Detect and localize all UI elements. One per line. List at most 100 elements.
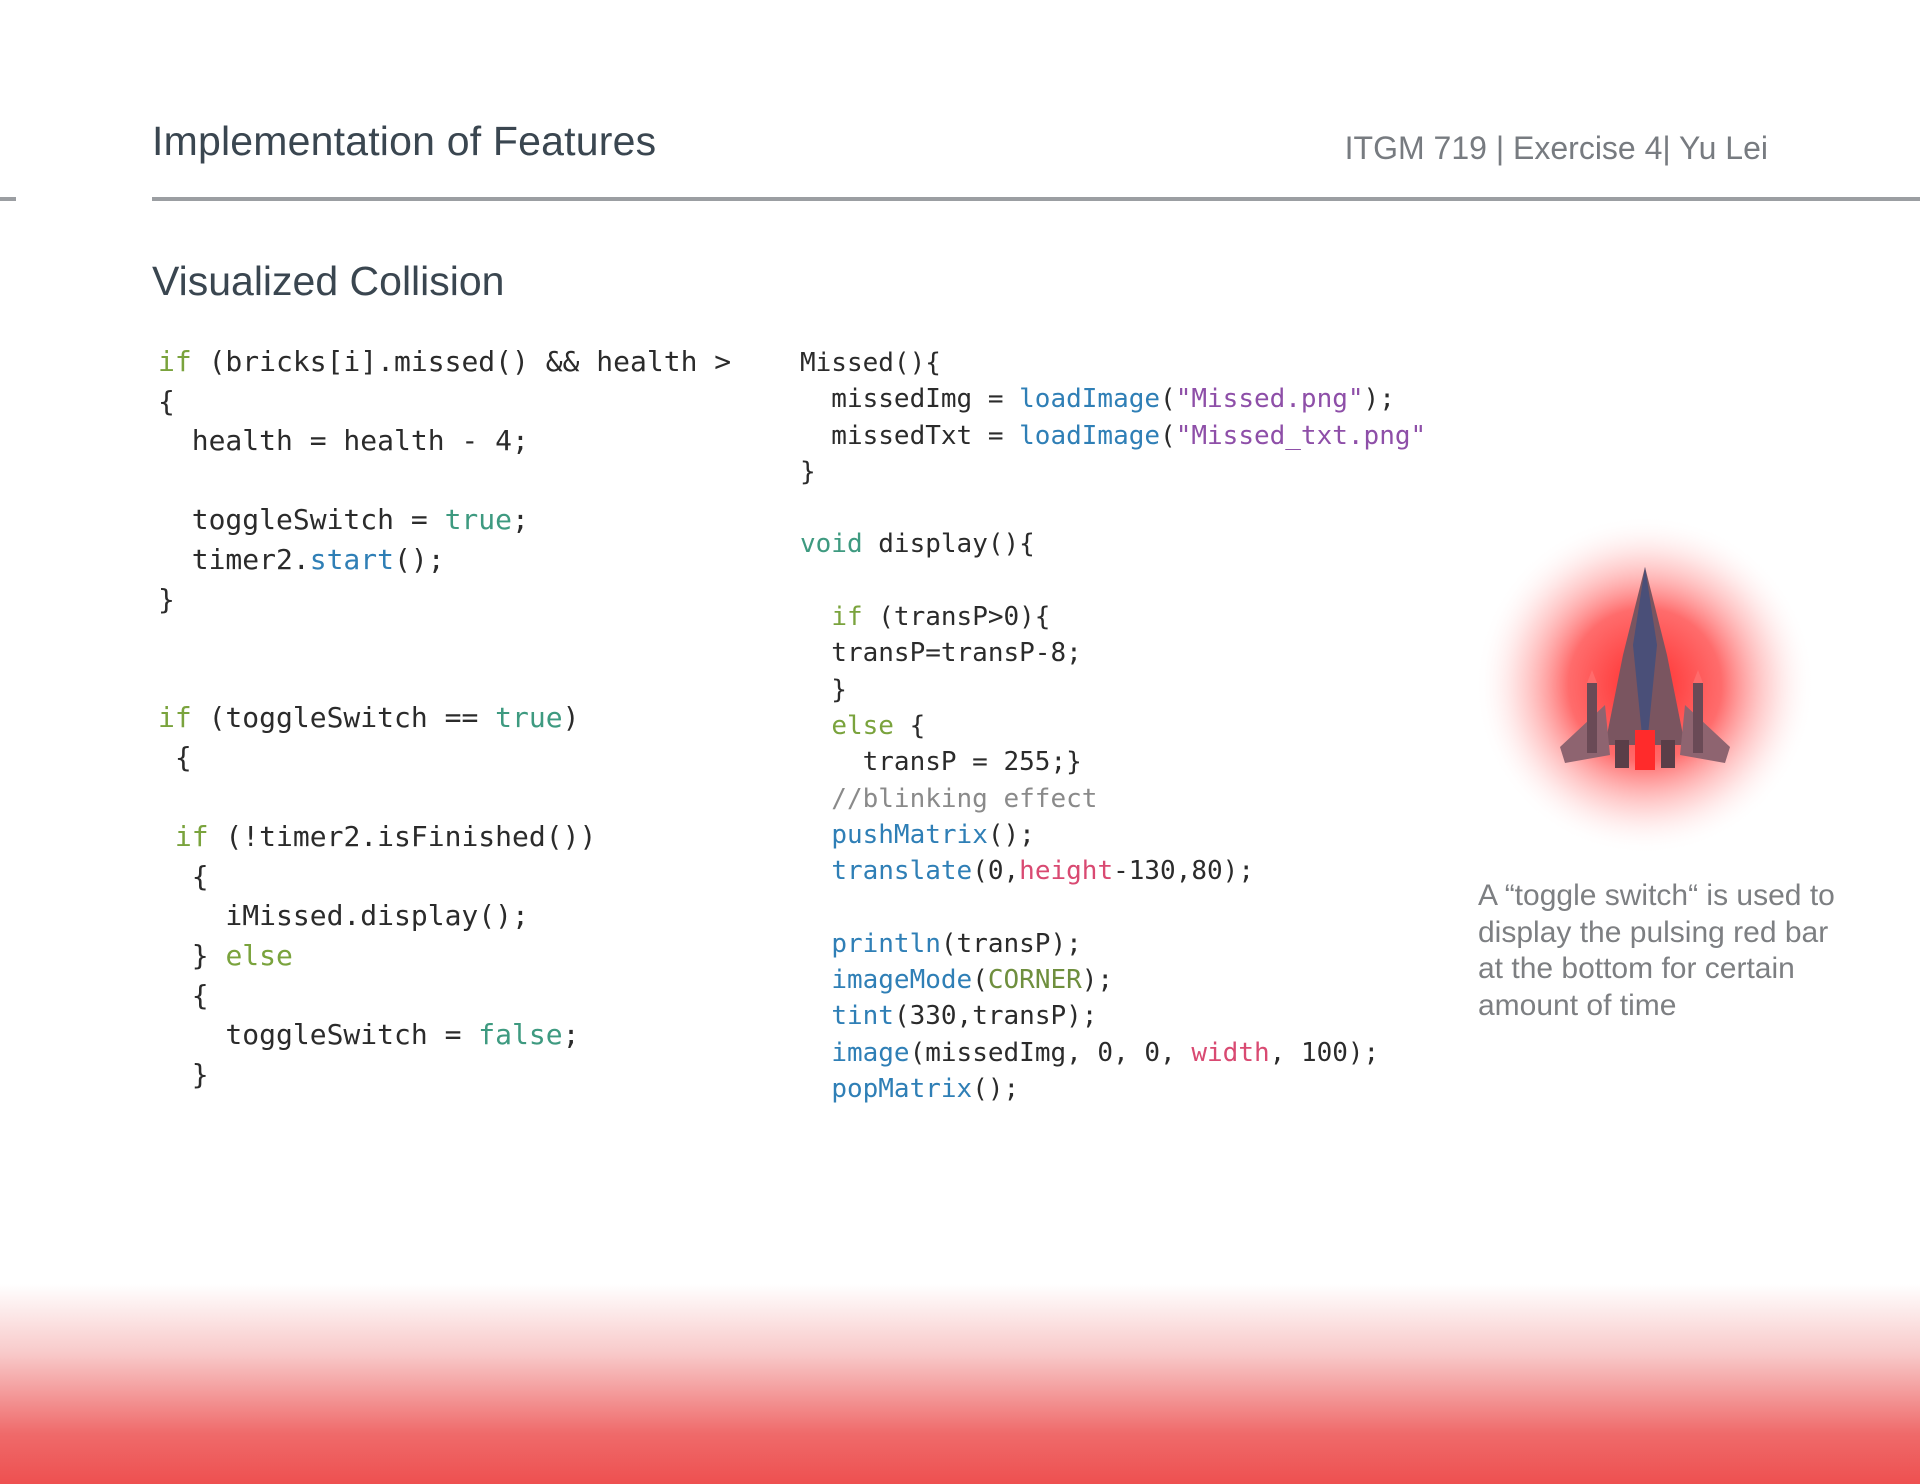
- code-token: if: [158, 701, 192, 735]
- code-line: {: [158, 382, 758, 422]
- code-token: timer2.: [158, 542, 310, 576]
- code-token: (: [1160, 384, 1176, 415]
- code-token: }: [158, 938, 226, 972]
- code-line: if (bricks[i].missed() && health >: [158, 342, 758, 382]
- code-token: tint: [831, 1001, 894, 1032]
- code-line: {: [158, 738, 758, 778]
- code-token: (transP);: [940, 928, 1082, 959]
- code-line: }: [158, 580, 758, 620]
- header-rule-tick: [0, 197, 16, 201]
- code-line: } else: [158, 936, 758, 976]
- code-line: void display(){: [800, 526, 1450, 562]
- code-token: translate: [831, 856, 973, 887]
- code-token: , 100);: [1269, 1037, 1380, 1068]
- code-token: (: [972, 965, 988, 996]
- slide-title: Implementation of Features: [152, 118, 657, 164]
- code-token: ): [562, 701, 580, 735]
- missed-class-code-block: Missed(){ missedImg = loadImage("Missed.…: [800, 345, 1450, 1107]
- code-token: missedImg =: [800, 384, 1020, 415]
- code-token: iMissed.display();: [158, 899, 529, 933]
- spaceship-icon: [1475, 515, 1815, 855]
- code-token: {: [158, 978, 209, 1012]
- code-token: }: [158, 582, 175, 616]
- code-line: println(transP);: [800, 926, 1450, 962]
- code-token: CORNER: [987, 965, 1082, 996]
- code-line: image(missedImg, 0, 0, width, 100);: [800, 1035, 1450, 1071]
- code-token: toggleSwitch =: [158, 1018, 479, 1052]
- code-token: println: [831, 928, 941, 959]
- code-token: height: [1019, 856, 1114, 887]
- code-token: missedTxt =: [800, 420, 1020, 451]
- code-token: start: [309, 542, 395, 576]
- code-line: timer2.start();: [158, 540, 758, 580]
- code-token: void: [800, 529, 863, 560]
- code-line: Missed(){: [800, 345, 1450, 381]
- code-token: false: [478, 1018, 563, 1052]
- code-line: transP=transP-8;: [800, 635, 1450, 671]
- code-token: Missed(){: [800, 348, 941, 378]
- code-line: imageMode(CORNER);: [800, 962, 1450, 998]
- code-token: );: [1081, 965, 1114, 996]
- code-line: //blinking effect: [800, 781, 1450, 817]
- code-token: else: [831, 710, 894, 741]
- code-line: health = health - 4;: [158, 421, 758, 461]
- code-line: }: [800, 672, 1450, 708]
- code-token: "Missed.png": [1175, 384, 1364, 415]
- code-token: if: [831, 602, 863, 633]
- code-token: else: [225, 938, 293, 972]
- code-token: {: [158, 859, 209, 893]
- code-token: (: [1160, 420, 1176, 451]
- section-title: Visualized Collision: [152, 258, 505, 304]
- code-token: ();: [987, 819, 1035, 850]
- code-token: (330,transP);: [893, 1001, 1098, 1032]
- code-token: {: [158, 740, 192, 774]
- code-line: {: [158, 976, 758, 1016]
- code-token: width: [1191, 1037, 1270, 1068]
- header-rule: [152, 197, 1920, 201]
- code-token: health = health - 4;: [158, 424, 529, 458]
- code-line: else {: [800, 708, 1450, 744]
- code-line: ​: [158, 778, 758, 818]
- code-token: if: [158, 345, 192, 378]
- code-line: toggleSwitch = false;: [158, 1015, 758, 1055]
- code-token: (bricks[i].missed() && health >: [191, 345, 749, 378]
- code-token: }: [800, 674, 847, 705]
- code-token: "Missed_txt.png": [1175, 420, 1427, 451]
- code-token: }: [800, 456, 816, 487]
- code-token: {: [158, 384, 175, 418]
- code-token: transP = 255;}: [800, 747, 1082, 778]
- code-line: toggleSwitch = true;: [158, 500, 758, 540]
- code-token: //blinking effect: [800, 783, 1098, 814]
- code-line: iMissed.display();: [158, 896, 758, 936]
- code-token: );: [1363, 384, 1395, 415]
- code-token: -130,80);: [1113, 856, 1254, 887]
- code-token: (transP>0){: [862, 602, 1051, 633]
- code-line: ​: [800, 889, 1450, 925]
- code-token: pushMatrix: [831, 819, 988, 850]
- code-token: popMatrix: [831, 1073, 973, 1104]
- code-token: ;: [512, 503, 529, 537]
- caption-text: A “toggle switch“ is used to display the…: [1478, 879, 1835, 1022]
- code-token: true: [444, 503, 513, 537]
- code-token: (toggleSwitch ==: [191, 701, 496, 735]
- code-token: (0,: [972, 856, 1020, 887]
- code-line: ​: [158, 461, 758, 501]
- code-line: if (!timer2.isFinished()): [158, 817, 758, 857]
- code-line: ​: [800, 490, 1450, 526]
- code-token: {: [893, 710, 926, 741]
- code-line: translate(0,height-130,80);: [800, 853, 1450, 889]
- code-line: ​: [800, 563, 1450, 599]
- code-token: ();: [972, 1073, 1020, 1104]
- code-line: pushMatrix();: [800, 817, 1450, 853]
- code-token: toggleSwitch =: [158, 503, 445, 537]
- code-line: transP = 255;}: [800, 744, 1450, 780]
- collision-code-block: if (bricks[i].missed() && health > { hea…: [158, 342, 758, 1094]
